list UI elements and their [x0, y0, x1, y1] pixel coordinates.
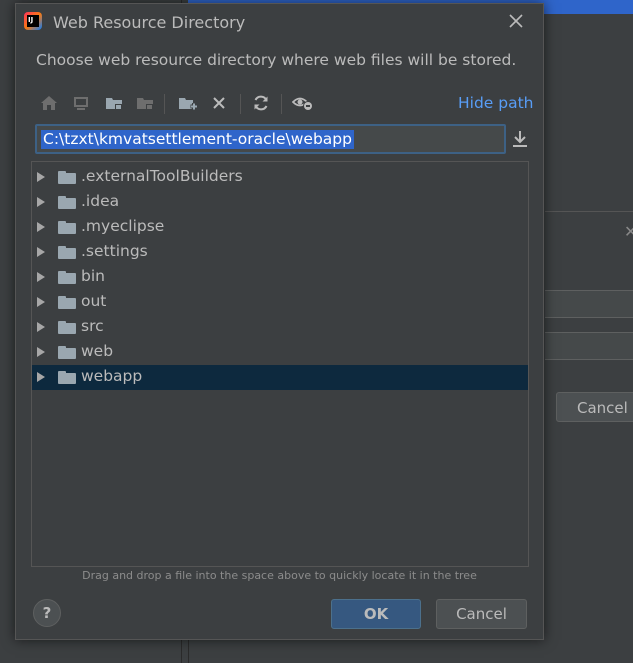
- web-resource-directory-dialog: Web Resource Directory Choose web resour…: [15, 3, 544, 640]
- toolbar-separator: [164, 94, 165, 114]
- drag-drop-hint: Drag and drop a file into the space abov…: [82, 569, 477, 582]
- tree-item-label: out: [81, 292, 107, 310]
- file-tree[interactable]: .externalToolBuilders .idea .myeclipse .set…: [31, 161, 529, 567]
- tree-item[interactable]: src: [32, 315, 528, 340]
- folder-icon: [58, 246, 76, 259]
- tree-item[interactable]: bin: [32, 265, 528, 290]
- desktop-icon: [74, 97, 88, 110]
- tree-item[interactable]: .externalToolBuilders: [32, 165, 528, 190]
- project-folder-icon: [106, 98, 122, 110]
- new-folder-button[interactable]: [176, 91, 200, 115]
- intellij-app-icon: [24, 12, 42, 30]
- close-icon: [509, 14, 523, 28]
- hide-path-link[interactable]: Hide path: [458, 94, 534, 112]
- folder-icon: [58, 321, 76, 334]
- expand-arrow-icon[interactable]: [37, 272, 45, 282]
- tree-item-label: .externalToolBuilders: [81, 167, 243, 185]
- tree-item[interactable]: .idea: [32, 190, 528, 215]
- expand-arrow-icon[interactable]: [37, 297, 45, 307]
- show-hidden-files-button[interactable]: [291, 91, 315, 115]
- background-field: [545, 290, 633, 318]
- tree-item[interactable]: webapp: [32, 365, 528, 390]
- desktop-button[interactable]: [69, 91, 93, 115]
- expand-arrow-icon[interactable]: [37, 347, 45, 357]
- tree-item-label: bin: [81, 267, 105, 285]
- tree-item-label: webapp: [81, 367, 143, 385]
- expand-arrow-icon[interactable]: [37, 372, 45, 382]
- help-button[interactable]: ?: [33, 599, 61, 627]
- show-hidden-icon: [292, 97, 313, 111]
- expand-arrow-icon[interactable]: [37, 322, 45, 332]
- new-folder-icon: [179, 98, 198, 110]
- folder-icon: [58, 221, 76, 234]
- background-close-icon: ✕: [624, 222, 633, 241]
- folder-icon: [58, 171, 76, 184]
- download-icon: [513, 131, 527, 147]
- tree-item-label: .idea: [81, 192, 120, 210]
- expand-arrow-icon[interactable]: [37, 222, 45, 232]
- title-bar: Web Resource Directory: [16, 4, 543, 42]
- path-input[interactable]: C:\tzxt\kmvatsettlement-oracle\webapp: [35, 124, 506, 154]
- tree-item-label: .settings: [81, 242, 148, 260]
- folder-icon: [58, 196, 76, 209]
- cancel-button[interactable]: Cancel: [436, 599, 527, 629]
- path-input-text: C:\tzxt\kmvatsettlement-oracle\webapp: [41, 130, 354, 149]
- module-folder-icon: [137, 98, 153, 110]
- tree-item[interactable]: .myeclipse: [32, 215, 528, 240]
- ok-button[interactable]: OK: [331, 599, 421, 629]
- folder-icon: [58, 296, 76, 309]
- expand-arrow-icon[interactable]: [37, 197, 45, 207]
- delete-icon: [213, 97, 225, 109]
- dialog-title: Web Resource Directory: [53, 13, 246, 32]
- toolbar-separator: [281, 94, 282, 114]
- tree-item[interactable]: web: [32, 340, 528, 365]
- refresh-button[interactable]: [249, 91, 273, 115]
- tree-item-label: web: [81, 342, 114, 360]
- tree-item-label: src: [81, 317, 104, 335]
- background-field: [545, 332, 633, 360]
- tree-item[interactable]: .settings: [32, 240, 528, 265]
- file-chooser-toolbar: Hide path: [35, 91, 534, 117]
- home-icon: [41, 96, 57, 110]
- module-folder-button[interactable]: [133, 91, 157, 115]
- folder-icon: [58, 371, 76, 384]
- expand-arrow-icon[interactable]: [37, 247, 45, 257]
- expand-arrow-icon[interactable]: [37, 172, 45, 182]
- close-button[interactable]: [505, 10, 527, 32]
- background-cancel-button: Cancel: [556, 392, 633, 422]
- folder-icon: [58, 271, 76, 284]
- tree-item-label: .myeclipse: [81, 217, 165, 235]
- download-button[interactable]: [511, 129, 531, 151]
- tree-item[interactable]: out: [32, 290, 528, 315]
- home-button[interactable]: [37, 91, 61, 115]
- project-folder-button[interactable]: [102, 91, 126, 115]
- dialog-description: Choose web resource directory where web …: [36, 51, 517, 69]
- folder-icon: [58, 346, 76, 359]
- toolbar-separator: [240, 94, 241, 114]
- refresh-icon: [254, 95, 268, 111]
- delete-button[interactable]: [207, 91, 231, 115]
